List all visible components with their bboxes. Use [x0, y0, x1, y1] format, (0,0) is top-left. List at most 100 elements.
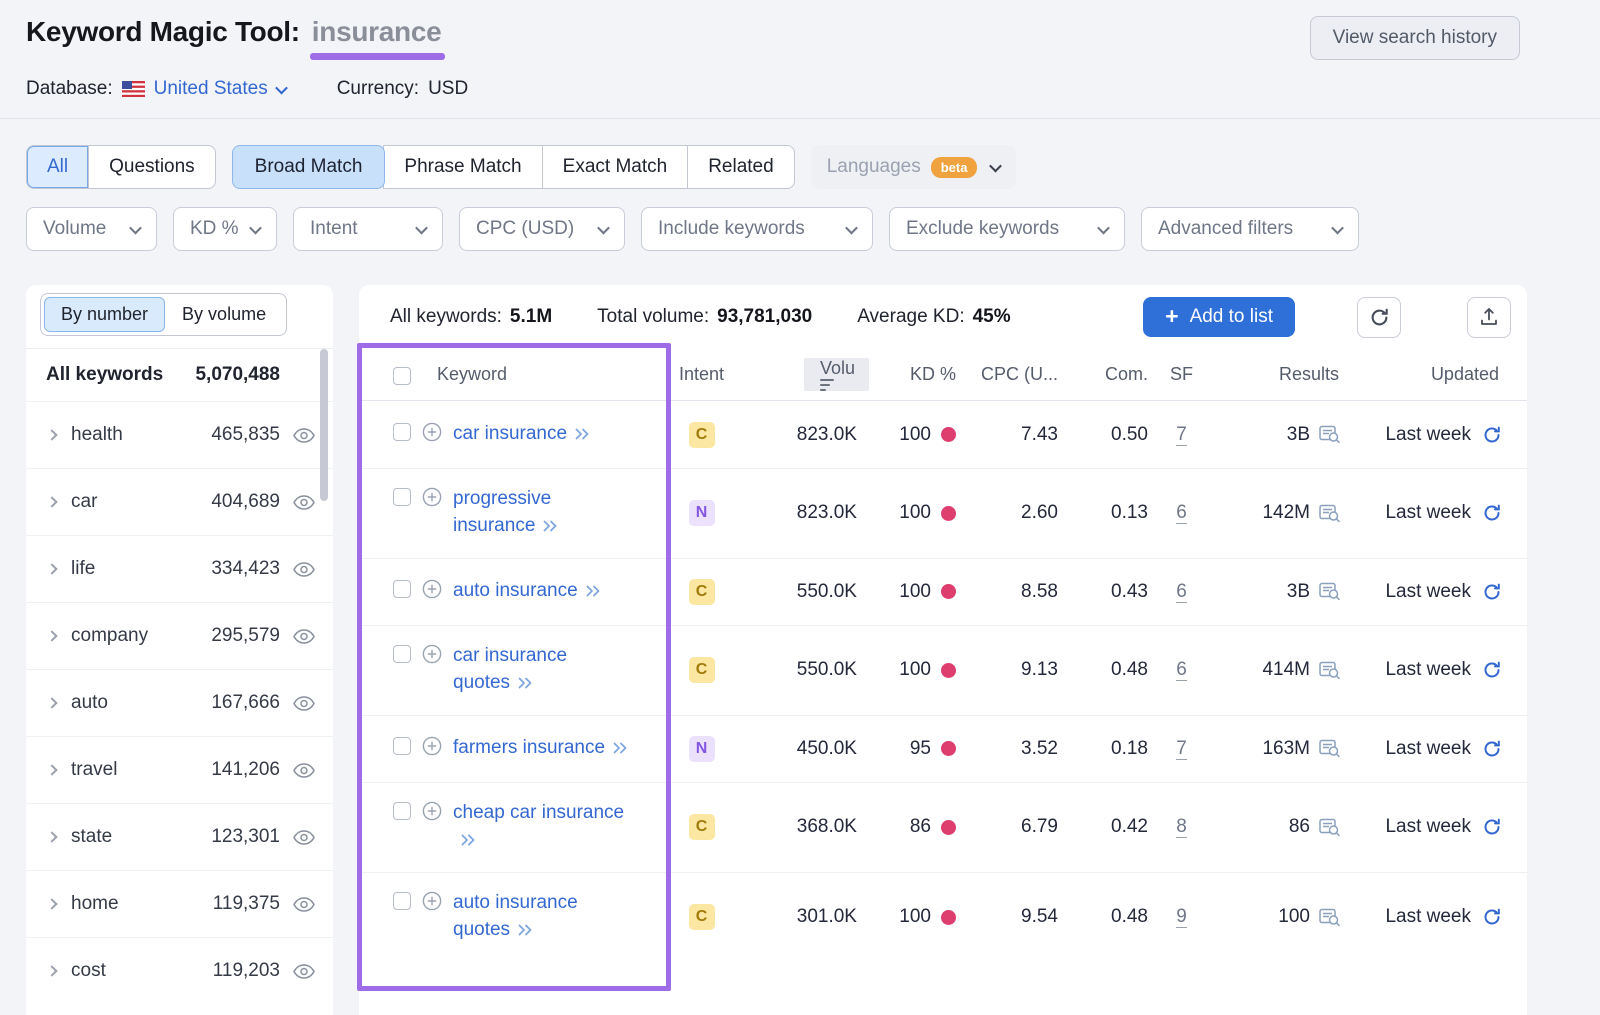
row-checkbox[interactable]: [393, 488, 411, 506]
export-button[interactable]: [1467, 296, 1511, 338]
keyword-link[interactable]: progressive insurance: [453, 486, 629, 541]
add-keyword-icon[interactable]: [422, 422, 442, 442]
sidebar-group-car[interactable]: car 404,689: [26, 468, 333, 535]
serp-preview-icon[interactable]: [1319, 504, 1341, 523]
serp-features-count[interactable]: 7: [1176, 737, 1187, 760]
add-keyword-icon[interactable]: [422, 579, 442, 599]
refresh-metrics-icon[interactable]: [1483, 818, 1501, 836]
languages-dropdown[interactable]: Languages beta: [810, 145, 1017, 189]
add-keyword-icon[interactable]: [422, 891, 442, 911]
sidebar-group-home[interactable]: home 119,375: [26, 870, 333, 937]
view-search-history-button[interactable]: View search history: [1309, 16, 1520, 60]
eye-icon[interactable]: [293, 896, 315, 912]
refresh-metrics-icon[interactable]: [1483, 740, 1501, 758]
row-checkbox[interactable]: [393, 579, 411, 598]
refresh-metrics-icon[interactable]: [1483, 583, 1501, 601]
filter-kd[interactable]: KD %: [173, 207, 277, 251]
tab-questions[interactable]: Questions: [89, 146, 215, 188]
sidebar-group-travel[interactable]: travel 141,206: [26, 736, 333, 803]
filter-intent[interactable]: Intent: [293, 207, 443, 251]
column-results[interactable]: Results: [1209, 349, 1359, 400]
add-to-list-button[interactable]: + Add to list: [1143, 297, 1295, 337]
tab-broad-match[interactable]: Broad Match: [231, 145, 386, 189]
expand-keyword-icon[interactable]: [517, 671, 533, 698]
refresh-metrics-icon[interactable]: [1483, 504, 1501, 522]
sidebar-group-state[interactable]: state 123,301: [26, 803, 333, 870]
column-volume[interactable]: Volu: [803, 357, 869, 392]
database-selector[interactable]: United States: [154, 78, 288, 100]
eye-icon[interactable]: [293, 427, 315, 443]
row-checkbox[interactable]: [393, 422, 411, 441]
add-keyword-icon[interactable]: [422, 801, 442, 821]
keyword-link[interactable]: cheap car insurance: [453, 800, 629, 855]
serp-features-count[interactable]: 6: [1176, 659, 1187, 682]
expand-keyword-icon[interactable]: [574, 422, 590, 449]
serp-preview-icon[interactable]: [1319, 582, 1341, 601]
add-keyword-icon[interactable]: [422, 487, 442, 507]
tab-phrase-match[interactable]: Phrase Match: [384, 146, 543, 188]
row-checkbox[interactable]: [393, 801, 411, 820]
eye-icon[interactable]: [293, 762, 315, 778]
serp-preview-icon[interactable]: [1319, 425, 1341, 444]
serp-features-count[interactable]: 9: [1176, 906, 1187, 929]
eye-icon[interactable]: [293, 963, 315, 979]
serp-features-count[interactable]: 6: [1176, 502, 1187, 525]
column-keyword[interactable]: Keyword: [437, 364, 507, 385]
filter-cpc-usd[interactable]: CPC (USD): [459, 207, 625, 251]
filter-advanced-filters[interactable]: Advanced filters: [1141, 207, 1359, 251]
filter-volume[interactable]: Volume: [26, 207, 157, 251]
filter-exclude-keywords[interactable]: Exclude keywords: [889, 207, 1125, 251]
sidebar-group-company[interactable]: company 295,579: [26, 602, 333, 669]
serp-preview-icon[interactable]: [1319, 739, 1341, 758]
toggle-by-number[interactable]: By number: [44, 297, 166, 332]
serp-features-count[interactable]: 8: [1176, 816, 1187, 839]
keyword-link[interactable]: car insurance: [453, 421, 629, 449]
expand-keyword-icon[interactable]: [460, 828, 476, 855]
column-updated[interactable]: Updated: [1359, 349, 1527, 400]
column-competition[interactable]: Com.: [1064, 349, 1154, 400]
sidebar-all-keywords[interactable]: All keywords 5,070,488: [26, 348, 333, 401]
keyword-link[interactable]: auto insurance: [453, 578, 629, 606]
serp-preview-icon[interactable]: [1319, 818, 1341, 837]
keyword-link[interactable]: auto insurance quotes: [453, 890, 629, 945]
row-checkbox[interactable]: [393, 891, 411, 910]
tab-related[interactable]: Related: [688, 146, 794, 188]
add-keyword-icon[interactable]: [422, 644, 442, 664]
sidebar-group-health[interactable]: health 465,835: [26, 401, 333, 468]
eye-icon[interactable]: [293, 561, 315, 577]
serp-features-count[interactable]: 6: [1176, 580, 1187, 603]
eye-icon[interactable]: [293, 695, 315, 711]
expand-keyword-icon[interactable]: [517, 918, 533, 945]
serp-preview-icon[interactable]: [1319, 661, 1341, 680]
row-checkbox[interactable]: [393, 644, 411, 663]
expand-keyword-icon[interactable]: [585, 579, 601, 606]
refresh-metrics-icon[interactable]: [1483, 908, 1501, 926]
eye-icon[interactable]: [293, 494, 315, 510]
keyword-link[interactable]: car insurance quotes: [453, 643, 629, 698]
tab-exact-match[interactable]: Exact Match: [543, 146, 689, 188]
keyword-link[interactable]: farmers insurance: [453, 735, 629, 763]
serp-preview-icon[interactable]: [1319, 908, 1341, 927]
column-cpc[interactable]: CPC (U...: [964, 349, 1064, 400]
filter-include-keywords[interactable]: Include keywords: [641, 207, 873, 251]
refresh-metrics-icon[interactable]: [1483, 426, 1501, 444]
select-all-checkbox[interactable]: [393, 366, 411, 385]
sidebar-group-cost[interactable]: cost 119,203: [26, 937, 333, 1004]
serp-features-count[interactable]: 7: [1176, 423, 1187, 446]
expand-keyword-icon[interactable]: [542, 514, 558, 541]
expand-keyword-icon[interactable]: [612, 736, 628, 763]
row-checkbox[interactable]: [393, 736, 411, 755]
eye-icon[interactable]: [293, 628, 315, 644]
eye-icon[interactable]: [293, 829, 315, 845]
add-keyword-icon[interactable]: [422, 736, 442, 756]
column-intent[interactable]: Intent: [669, 349, 734, 400]
refresh-metrics-icon[interactable]: [1483, 661, 1501, 679]
sidebar-group-auto[interactable]: auto 167,666: [26, 669, 333, 736]
column-serp-features[interactable]: SF: [1154, 349, 1209, 400]
column-kd[interactable]: KD %: [869, 349, 964, 400]
refresh-button[interactable]: [1357, 296, 1401, 338]
sidebar-scrollbar[interactable]: [320, 349, 328, 501]
tab-all[interactable]: All: [27, 146, 90, 188]
sidebar-group-life[interactable]: life 334,423: [26, 535, 333, 602]
toggle-by-volume[interactable]: By volume: [165, 297, 284, 332]
